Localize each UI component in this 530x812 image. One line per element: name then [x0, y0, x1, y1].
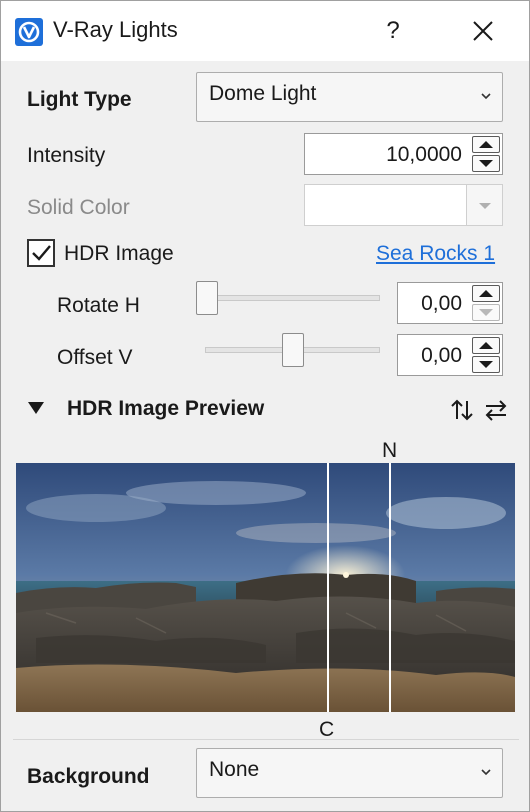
title-bar: V-Ray Lights ?	[1, 1, 529, 61]
flip-vertical-icon	[451, 399, 473, 421]
rotate-h-slider-track[interactable]	[205, 295, 380, 301]
triangle-up-icon	[479, 342, 493, 349]
window-title: V-Ray Lights	[53, 17, 178, 42]
intensity-increment-button[interactable]	[472, 136, 500, 153]
north-marker-line[interactable]	[389, 463, 391, 712]
intensity-value: 10,0000	[386, 143, 462, 166]
hdr-image-checkbox[interactable]	[27, 239, 55, 267]
flip-horizontal-icon	[485, 400, 507, 421]
checkmark-icon	[32, 245, 51, 261]
triangle-down-icon	[479, 203, 491, 209]
hdr-preview-image[interactable]	[16, 463, 515, 712]
close-button[interactable]	[463, 11, 503, 51]
hdr-file-link[interactable]: Sea Rocks 1	[376, 242, 495, 266]
triangle-up-icon	[479, 141, 493, 148]
solid-color-label: Solid Color	[27, 196, 130, 219]
section-divider	[13, 739, 519, 740]
background-value: None	[209, 758, 260, 781]
rotate-h-decrement-button[interactable]	[472, 304, 500, 321]
north-marker-label: N	[382, 439, 398, 462]
rotate-h-field[interactable]: 0,00	[397, 282, 503, 324]
offset-v-field[interactable]: 0,00	[397, 334, 503, 376]
hdr-preview-title: HDR Image Preview	[67, 397, 265, 420]
center-marker-line[interactable]	[327, 463, 329, 712]
vray-lights-dialog: V-Ray Lights ? Light Type Dome Light Int…	[0, 0, 530, 812]
flip-horizontal-button[interactable]	[483, 397, 509, 423]
background-dropdown[interactable]: None	[196, 748, 503, 798]
offset-v-value: 0,00	[421, 344, 462, 367]
chevron-down-icon	[481, 769, 491, 776]
light-type-label: Light Type	[27, 88, 132, 111]
sea-rocks-panorama	[16, 463, 515, 712]
offset-v-decrement-button[interactable]	[472, 356, 500, 373]
light-type-dropdown[interactable]: Dome Light	[196, 72, 503, 122]
help-button[interactable]: ?	[373, 11, 413, 51]
hdr-image-label: HDR Image	[64, 242, 174, 265]
offset-v-slider-thumb[interactable]	[282, 333, 304, 367]
rotate-h-label: Rotate H	[57, 294, 140, 317]
triangle-down-icon	[479, 309, 493, 316]
offset-v-label: Offset V	[57, 346, 133, 369]
solid-color-dropdown-button[interactable]	[466, 185, 502, 225]
flip-vertical-button[interactable]	[449, 397, 475, 423]
intensity-field[interactable]: 10,0000	[304, 133, 503, 175]
rotate-h-slider-thumb[interactable]	[196, 281, 218, 315]
rotate-h-value: 0,00	[421, 292, 462, 315]
vray-logo-icon	[15, 18, 43, 46]
intensity-decrement-button[interactable]	[472, 155, 500, 172]
triangle-down-icon	[479, 160, 493, 167]
intensity-label: Intensity	[27, 144, 106, 167]
triangle-down-icon	[479, 361, 493, 368]
close-icon	[473, 21, 493, 41]
triangle-up-icon	[479, 290, 493, 297]
rotate-h-increment-button[interactable]	[472, 285, 500, 302]
collapse-triangle-icon[interactable]	[27, 400, 45, 416]
solid-color-picker[interactable]	[304, 184, 503, 226]
background-label: Background	[27, 765, 150, 788]
light-type-value: Dome Light	[209, 82, 317, 105]
offset-v-increment-button[interactable]	[472, 337, 500, 354]
chevron-down-icon	[481, 93, 491, 100]
